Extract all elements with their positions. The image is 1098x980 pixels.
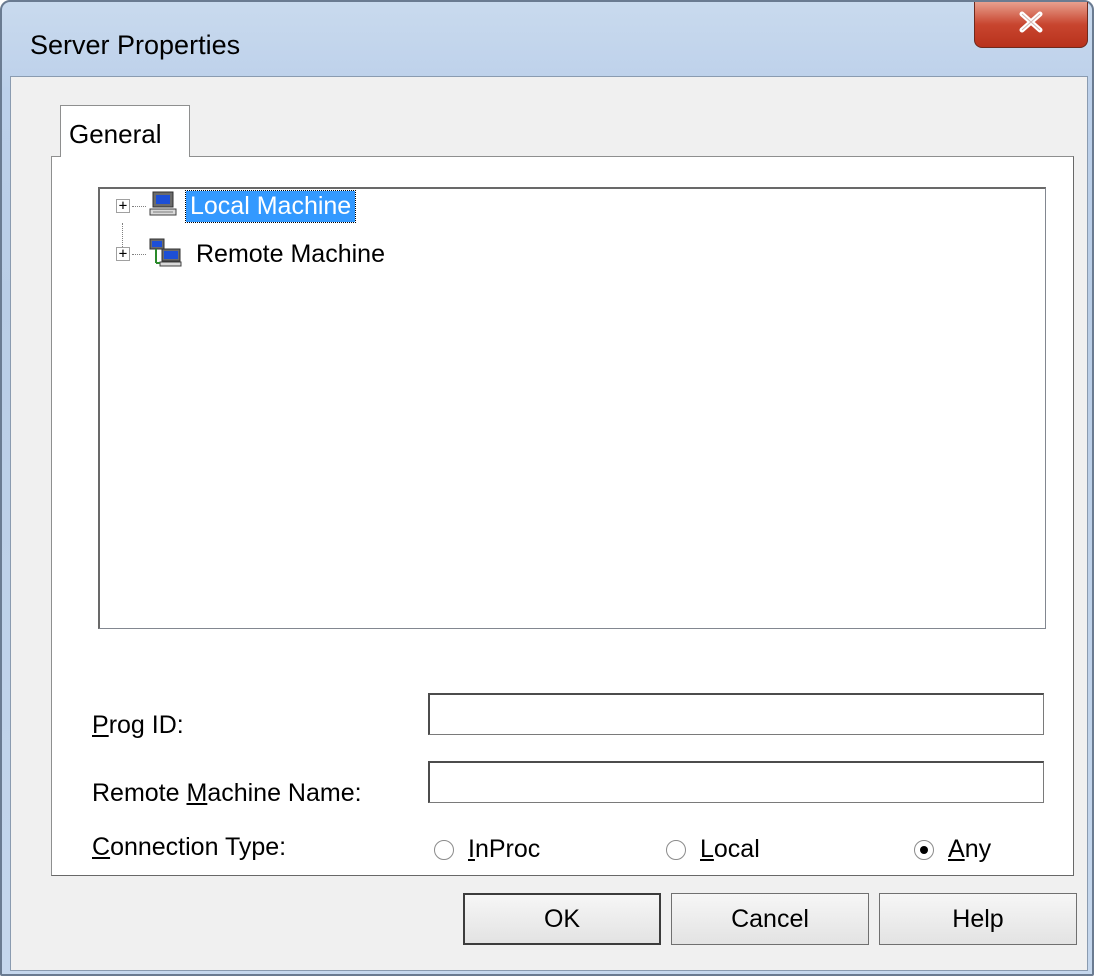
tab-general-label: General [69, 119, 162, 149]
close-button[interactable] [974, 2, 1088, 48]
computer-icon [148, 190, 178, 223]
tree-node-label: Remote Machine [196, 239, 385, 268]
window-title: Server Properties [30, 30, 241, 60]
network-computers-icon [148, 237, 182, 272]
radio-selected-dot [920, 845, 928, 854]
radio-any[interactable]: Any [914, 835, 991, 864]
radio-button-circle[interactable] [434, 839, 454, 860]
tab-general[interactable]: General [60, 105, 190, 157]
dialog-client-area: General + Local Machine + Remote Machine… [10, 76, 1088, 971]
prog-id-label: Prog ID: [92, 711, 184, 739]
connection-type-label: Connection Type: [92, 833, 287, 861]
dialog-window: Server Properties General + Local Machin… [0, 0, 1094, 976]
cancel-button[interactable]: Cancel [671, 893, 869, 945]
radio-any-label: Any [948, 835, 992, 863]
expand-icon[interactable]: + [116, 199, 130, 213]
tree-node-label: Local Machine [184, 189, 357, 223]
radio-inproc[interactable]: InProc [434, 835, 540, 864]
close-icon [1018, 11, 1044, 38]
radio-local-label: Local [700, 835, 760, 863]
tab-panel-general: + Local Machine + Remote Machine Prog ID… [51, 156, 1074, 876]
remote-machine-name-label: Remote Machine Name: [92, 779, 362, 807]
prog-id-input[interactable] [428, 693, 1044, 735]
tree-node-remote-machine[interactable]: + Remote Machine [116, 237, 389, 271]
radio-button-circle[interactable] [666, 839, 686, 860]
server-tree-view[interactable]: + Local Machine + Remote Machine [98, 187, 1046, 629]
radio-button-circle[interactable] [914, 839, 934, 860]
help-button[interactable]: Help [879, 893, 1077, 945]
remote-machine-name-input[interactable] [428, 761, 1044, 803]
radio-inproc-label: InProc [468, 835, 541, 863]
radio-local[interactable]: Local [666, 835, 760, 864]
tree-connector [132, 253, 146, 255]
tree-connector [132, 205, 146, 207]
tree-node-local-machine[interactable]: + Local Machine [116, 189, 357, 223]
expand-icon[interactable]: + [116, 247, 130, 261]
ok-button[interactable]: OK [463, 893, 661, 945]
